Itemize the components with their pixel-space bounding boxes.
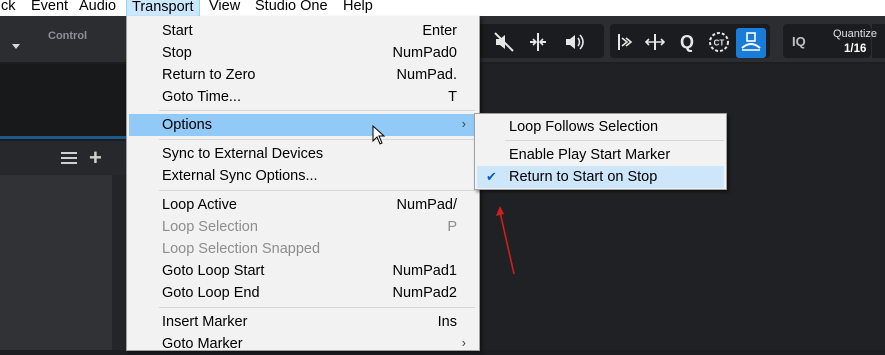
- menu-separator: [159, 307, 475, 308]
- menu-separator: [159, 110, 475, 111]
- menu-item-goto-marker[interactable]: Goto Marker ›: [129, 333, 476, 355]
- transport-menu: Start Enter Stop NumPad0 Return to Zero …: [126, 16, 480, 352]
- speaker-icon[interactable]: [562, 30, 586, 54]
- snap-left-icon[interactable]: [612, 30, 636, 54]
- menu-item-shortcut: NumPad0: [392, 45, 457, 61]
- menu-item-goto-time[interactable]: Goto Time... T: [129, 86, 476, 108]
- menu-item-external-sync-options[interactable]: External Sync Options...: [129, 165, 476, 187]
- checkmark-icon: ✔: [486, 169, 497, 184]
- submenu-item-return-to-start-on-stop[interactable]: ✔ Return to Start on Stop: [477, 166, 724, 188]
- menu-item-label: External Sync Options...: [162, 168, 318, 184]
- quantize-label: Quantize: [833, 28, 878, 40]
- snap-both-icon[interactable]: [643, 30, 667, 54]
- list-icon[interactable]: [61, 152, 77, 166]
- menu-item-goto-loop-end[interactable]: Goto Loop End NumPad2: [129, 282, 476, 304]
- menu-separator: [159, 190, 475, 191]
- menu-item-return-to-zero[interactable]: Return to Zero NumPad.: [129, 64, 476, 86]
- quantize-value[interactable]: 1/16: [844, 43, 866, 55]
- menu-item-label: Loop Active: [162, 197, 237, 213]
- menu-item-shortcut: NumPad2: [392, 285, 457, 301]
- menu-item-shortcut: Ins: [437, 314, 457, 330]
- menu-item-loop-active[interactable]: Loop Active NumPad/: [129, 194, 476, 216]
- menu-item-shortcut: T: [448, 89, 457, 105]
- ruler-area: [0, 64, 126, 136]
- divider-line: [0, 136, 126, 139]
- menu-item-sync-external[interactable]: Sync to External Devices: [129, 143, 476, 165]
- menu-item-shortcut: NumPad/: [396, 197, 457, 213]
- control-label: Control: [48, 30, 88, 42]
- submenu-arrow-icon: ›: [461, 116, 466, 131]
- menu-view[interactable]: View: [204, 0, 245, 16]
- menu-item-label: Stop: [162, 45, 192, 61]
- options-submenu: Loop Follows Selection Enable Play Start…: [474, 113, 727, 190]
- dropdown-arrow-icon[interactable]: [12, 44, 20, 49]
- mouse-cursor-icon: [372, 124, 386, 145]
- menu-item-label: Goto Time...: [162, 89, 241, 105]
- menu-transport[interactable]: Transport: [126, 0, 200, 17]
- arrange-view: [478, 64, 885, 350]
- return-to-start-icon[interactable]: [736, 28, 766, 58]
- panel-scrollbar[interactable]: [112, 175, 126, 350]
- menu-item-options[interactable]: Options ›: [129, 114, 476, 136]
- menu-item-label: Sync to External Devices: [162, 146, 324, 162]
- menu-item-loop-selection: Loop Selection P: [129, 216, 476, 238]
- add-track-icon[interactable]: +: [89, 147, 102, 169]
- submenu-item-loop-follows-selection[interactable]: Loop Follows Selection: [477, 116, 724, 138]
- menu-bar: ck Event Audio Transport View Studio One…: [0, 0, 885, 17]
- menu-item-goto-loop-start[interactable]: Goto Loop Start NumPad1: [129, 260, 476, 282]
- menu-item-label: Return to Zero: [162, 67, 256, 83]
- submenu-arrow-icon: ›: [461, 335, 466, 350]
- menu-item-label: Goto Loop End: [162, 285, 260, 301]
- submenu-item-label: Loop Follows Selection: [509, 119, 659, 135]
- split-icon[interactable]: [526, 30, 550, 54]
- menu-item-label: Loop Selection Snapped: [162, 241, 321, 257]
- submenu-item-label: Enable Play Start Marker: [509, 147, 671, 163]
- menu-item-insert-marker[interactable]: Insert Marker Ins: [129, 311, 476, 333]
- menu-item-label: Start: [162, 23, 193, 39]
- menu-studio-one[interactable]: Studio One: [250, 0, 333, 16]
- menu-item-label: Insert Marker: [162, 314, 248, 330]
- menu-item-shortcut: P: [447, 219, 457, 235]
- track-list-panel: [0, 175, 112, 350]
- ct-icon[interactable]: CT: [707, 30, 731, 54]
- submenu-item-label: Return to Start on Stop: [509, 169, 658, 185]
- menu-separator: [505, 140, 724, 141]
- menu-separator: [159, 139, 475, 140]
- menu-edit-partial[interactable]: ck: [0, 0, 21, 16]
- menu-item-shortcut: Enter: [422, 23, 457, 39]
- menu-item-label: Options: [162, 117, 212, 133]
- annotation-arrow-icon: [488, 198, 528, 278]
- menu-audio[interactable]: Audio: [74, 0, 121, 16]
- menu-item-start[interactable]: Start Enter: [129, 20, 476, 42]
- menu-help[interactable]: Help: [338, 0, 378, 16]
- menu-event[interactable]: Event: [26, 0, 73, 16]
- quantize-q-icon[interactable]: Q: [675, 30, 699, 54]
- menu-item-label: Goto Loop Start: [162, 263, 265, 279]
- iq-label[interactable]: IQ: [792, 34, 806, 49]
- menu-item-shortcut: NumPad1: [392, 263, 457, 279]
- submenu-item-enable-play-start-marker[interactable]: Enable Play Start Marker: [477, 144, 724, 166]
- mute-icon[interactable]: [492, 30, 516, 54]
- menu-item-loop-selection-snapped: Loop Selection Snapped: [129, 238, 476, 260]
- svg-text:CT: CT: [714, 39, 725, 48]
- menu-item-label: Loop Selection: [162, 219, 258, 235]
- menu-item-shortcut: NumPad.: [396, 67, 457, 83]
- menu-item-stop[interactable]: Stop NumPad0: [129, 42, 476, 64]
